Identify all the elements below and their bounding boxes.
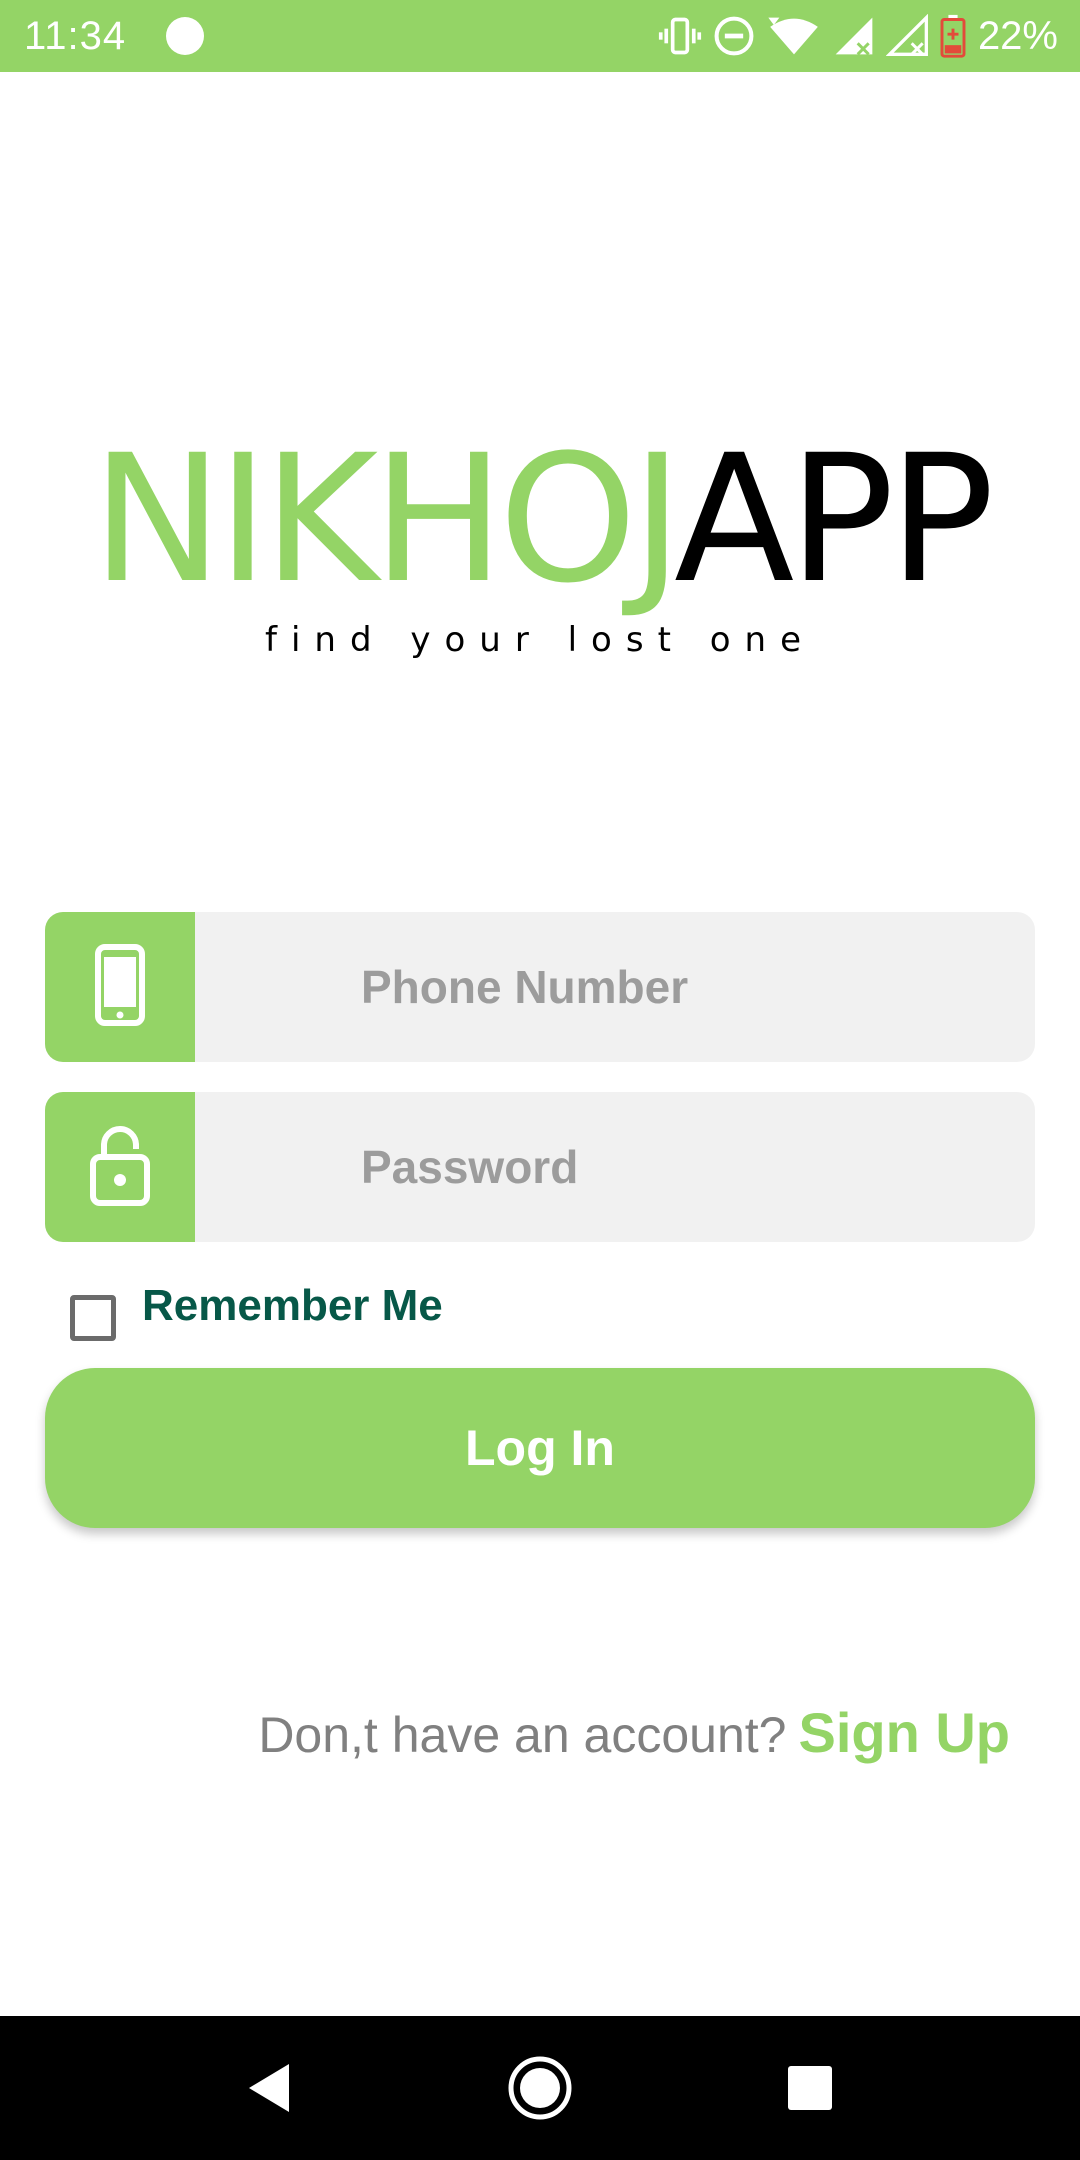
logo-tagline: find your lost one [265, 620, 815, 660]
nav-back-icon[interactable] [232, 2052, 304, 2124]
battery-icon [940, 14, 966, 58]
signal-icon [832, 14, 876, 58]
signup-link[interactable]: Sign Up [798, 1700, 1010, 1765]
phone-field [45, 912, 1035, 1062]
remember-me-checkbox[interactable] [70, 1295, 116, 1341]
navigation-bar [0, 2016, 1080, 2160]
do-not-disturb-icon [712, 14, 756, 58]
remember-me-row[interactable]: Remember Me [70, 1276, 443, 1341]
app-logo: NIKHOJAPP [0, 420, 1080, 620]
smartphone-icon [94, 943, 146, 1032]
wifi-icon [766, 14, 822, 58]
vibrate-icon [658, 14, 702, 58]
logo-part-app: APP [674, 417, 995, 622]
password-input[interactable] [195, 1092, 1035, 1242]
password-field [45, 1092, 1035, 1242]
status-icons: 22% [658, 10, 1058, 62]
logo-part-nikhoj: NIKHOJ [91, 417, 680, 622]
signal-icon [885, 14, 930, 58]
signup-prompt: Don,t have an account? [258, 1707, 787, 1763]
phone-field-icon-box [45, 912, 195, 1062]
battery-percentage: 22% [977, 14, 1058, 58]
nav-recents-icon[interactable] [774, 2052, 846, 2124]
phone-number-input[interactable] [195, 912, 1035, 1062]
status-bar: 11:34 22% [0, 0, 1080, 72]
unlock-icon [88, 1123, 152, 1212]
password-field-icon-box [45, 1092, 195, 1242]
nav-home-icon[interactable] [504, 2052, 576, 2124]
status-time: 11:34 [24, 14, 127, 58]
login-button[interactable]: Log In [45, 1368, 1035, 1528]
notification-dot-icon [166, 17, 204, 55]
remember-me-label: Remember Me [142, 1281, 443, 1330]
signup-row: Don,t have an account? Sign Up [258, 1700, 1010, 1770]
